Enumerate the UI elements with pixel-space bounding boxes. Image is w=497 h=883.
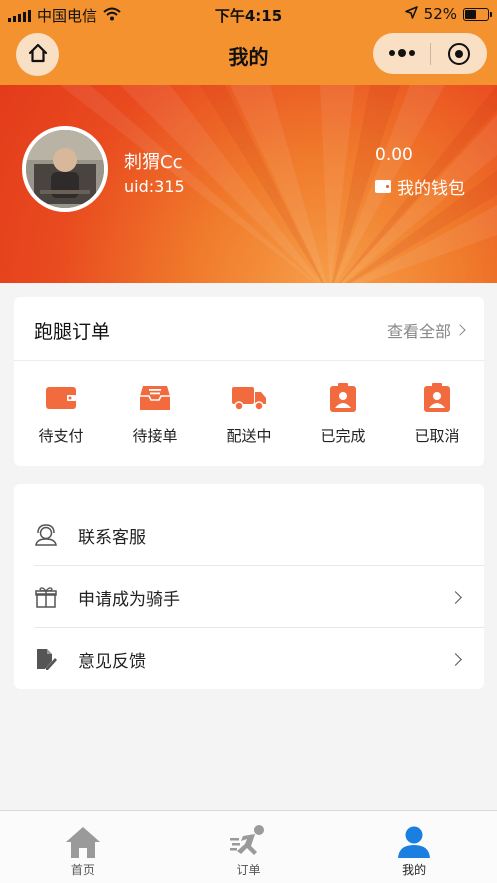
menu-item-label: 意见反馈	[78, 651, 146, 672]
menu-card: 联系客服 申请成为骑手 意见反馈	[14, 484, 484, 689]
tab-label: 首页	[70, 863, 95, 877]
badge-person-icon	[423, 383, 451, 413]
order-status-label: 已完成	[320, 427, 366, 445]
order-status-completed[interactable]: 已完成	[296, 361, 390, 466]
order-status-delivering[interactable]: 配送中	[202, 361, 296, 466]
tab-label: 我的	[402, 863, 427, 877]
order-status-awaiting-pickup[interactable]: 待接单	[108, 361, 202, 466]
battery-percent: 52%	[423, 5, 457, 23]
chevron-right-icon	[449, 591, 462, 604]
chevron-right-icon	[454, 324, 466, 336]
tab-bar: 首页 订单 我的	[0, 810, 497, 883]
tab-home[interactable]: 首页	[0, 811, 166, 883]
tab-orders[interactable]: 订单	[166, 811, 332, 883]
target-icon	[448, 42, 470, 65]
orders-title: 跑腿订单	[34, 321, 111, 343]
errand-orders-card: 跑腿订单 查看全部 待支付 待接单 配送中 已完成 已取消	[14, 297, 484, 466]
wallet-icon	[375, 180, 391, 193]
view-all-label: 查看全部	[386, 322, 451, 341]
status-bar: 中国电信 下午4:15 52%	[0, 0, 497, 30]
miniprogram-capsule	[373, 33, 487, 74]
wallet-icon	[45, 383, 77, 413]
more-button[interactable]	[373, 49, 430, 57]
battery-icon	[463, 7, 492, 21]
nav-bar: 我的	[0, 30, 497, 85]
order-status-row: 待支付 待接单 配送中 已完成 已取消	[14, 361, 484, 466]
profile-banner: 刺猬Cc uid:315 0.00 我的钱包	[0, 85, 497, 283]
orders-header: 跑腿订单 查看全部	[14, 297, 484, 361]
user-id: uid:315	[124, 177, 185, 196]
order-status-cancelled[interactable]: 已取消	[390, 361, 484, 466]
menu-item-customer-service[interactable]: 联系客服	[34, 504, 484, 566]
order-status-pending-payment[interactable]: 待支付	[14, 361, 108, 466]
view-all-orders-link[interactable]: 查看全部	[386, 318, 466, 342]
avatar[interactable]	[22, 126, 108, 212]
runner-icon	[229, 823, 269, 861]
menu-item-feedback[interactable]: 意见反馈	[34, 628, 484, 690]
status-right: 52%	[404, 5, 492, 23]
close-miniprogram-button[interactable]	[431, 42, 487, 65]
chevron-right-icon	[449, 653, 462, 666]
location-arrow-icon	[404, 5, 418, 23]
username: 刺猬Cc	[124, 152, 183, 173]
order-status-label: 待接单	[132, 427, 178, 445]
delivery-truck-icon	[231, 383, 267, 413]
tab-label: 订单	[236, 863, 261, 877]
my-wallet-link[interactable]: 我的钱包	[375, 174, 465, 199]
wallet-label: 我的钱包	[397, 179, 465, 199]
order-status-label: 配送中	[226, 427, 272, 445]
menu-item-label: 联系客服	[78, 527, 146, 548]
gift-icon	[34, 585, 58, 609]
user-icon	[397, 823, 431, 861]
menu-item-apply-rider[interactable]: 申请成为骑手	[34, 566, 484, 628]
menu-item-label: 申请成为骑手	[78, 589, 180, 610]
wallet-balance: 0.00	[375, 145, 413, 165]
order-status-label: 待支付	[38, 427, 84, 445]
edit-document-icon	[34, 647, 58, 671]
tab-mine[interactable]: 我的	[331, 811, 497, 883]
customer-service-icon	[34, 523, 58, 547]
inbox-icon	[139, 383, 171, 413]
home-icon	[65, 823, 101, 861]
order-status-label: 已取消	[414, 427, 460, 445]
badge-person-icon	[329, 383, 357, 413]
